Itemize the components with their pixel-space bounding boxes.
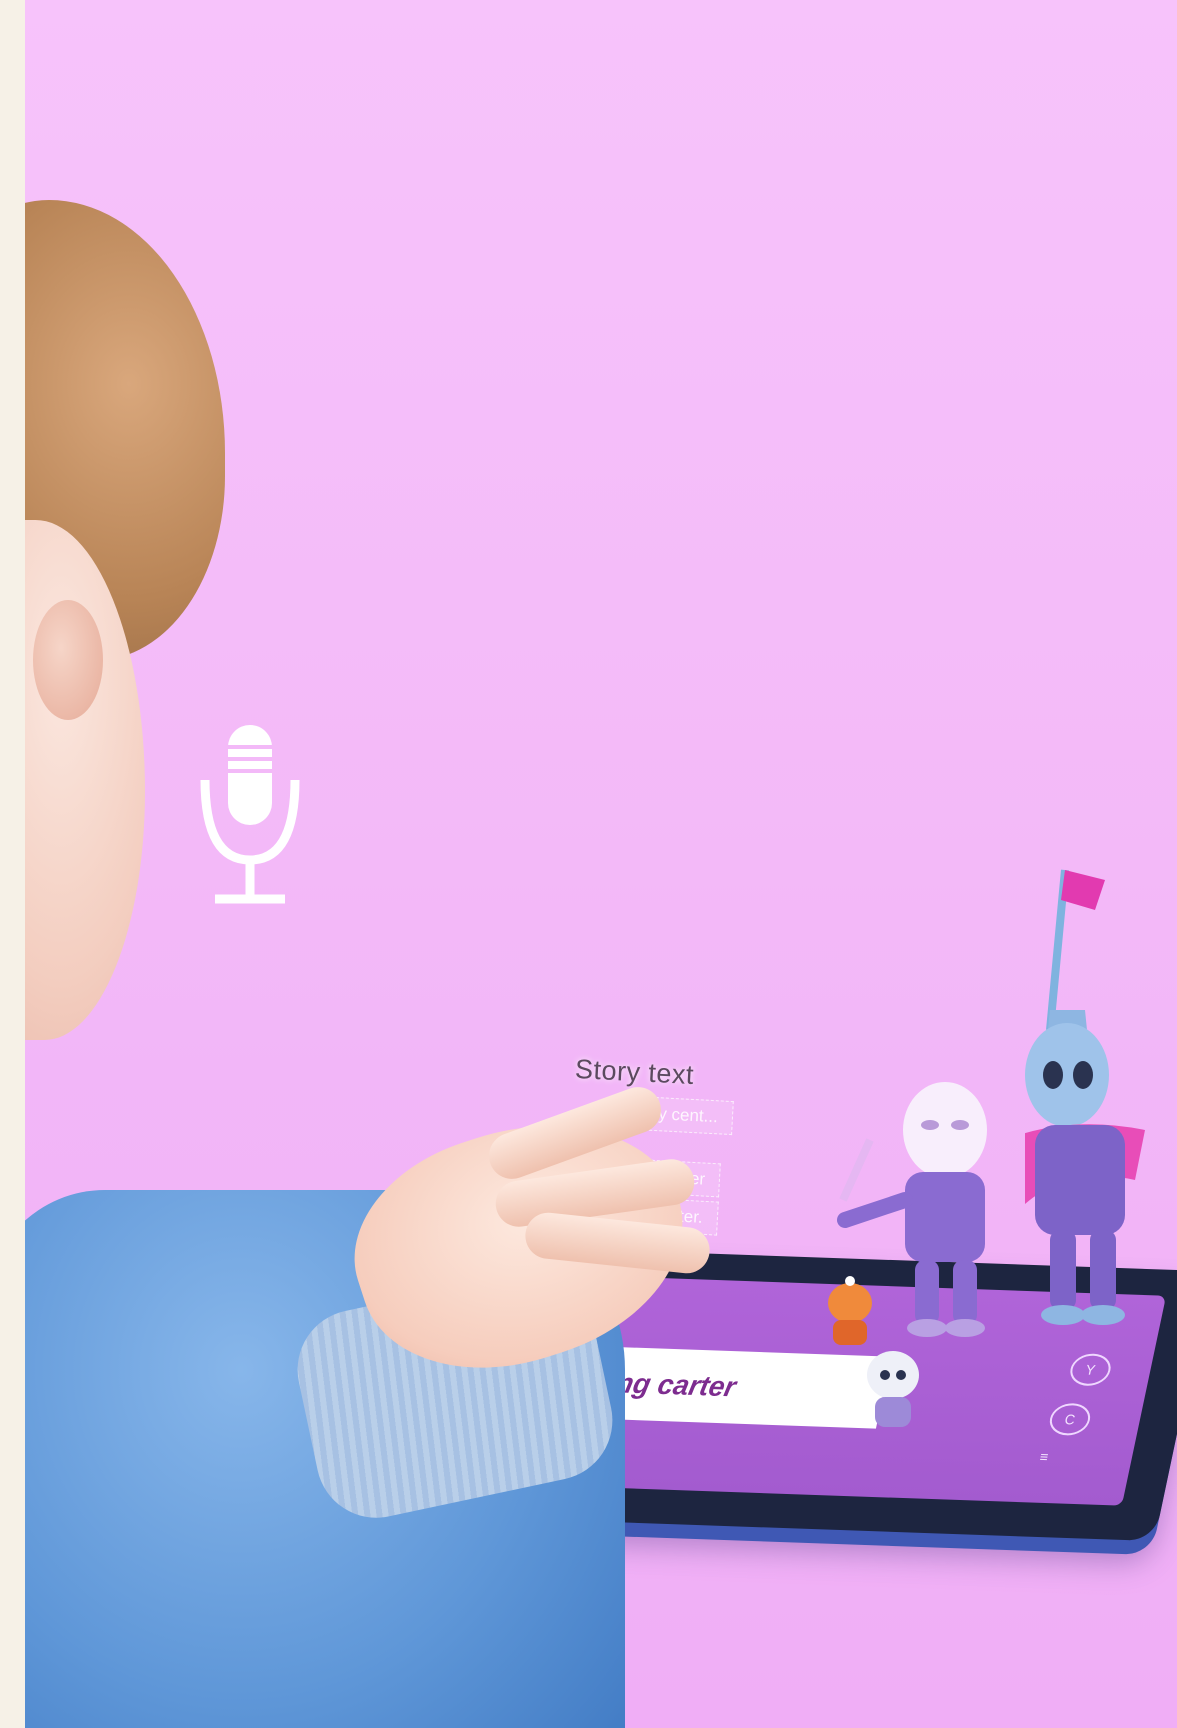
child-ear bbox=[33, 600, 103, 720]
small-character bbox=[867, 1351, 919, 1427]
scene: Story text story cent... tatory chrater … bbox=[25, 0, 1177, 1728]
tablet-control-button[interactable]: Y bbox=[1067, 1353, 1114, 1387]
tablet-control-button[interactable]: C bbox=[1046, 1402, 1094, 1437]
tablet-control-button[interactable]: ≡ bbox=[1023, 1442, 1065, 1471]
flag-icon bbox=[1061, 870, 1105, 910]
hologram-title: Story text bbox=[574, 1053, 695, 1091]
microphone-icon[interactable] bbox=[195, 725, 305, 905]
knight-character bbox=[1025, 869, 1145, 1325]
small-character bbox=[828, 1276, 872, 1345]
